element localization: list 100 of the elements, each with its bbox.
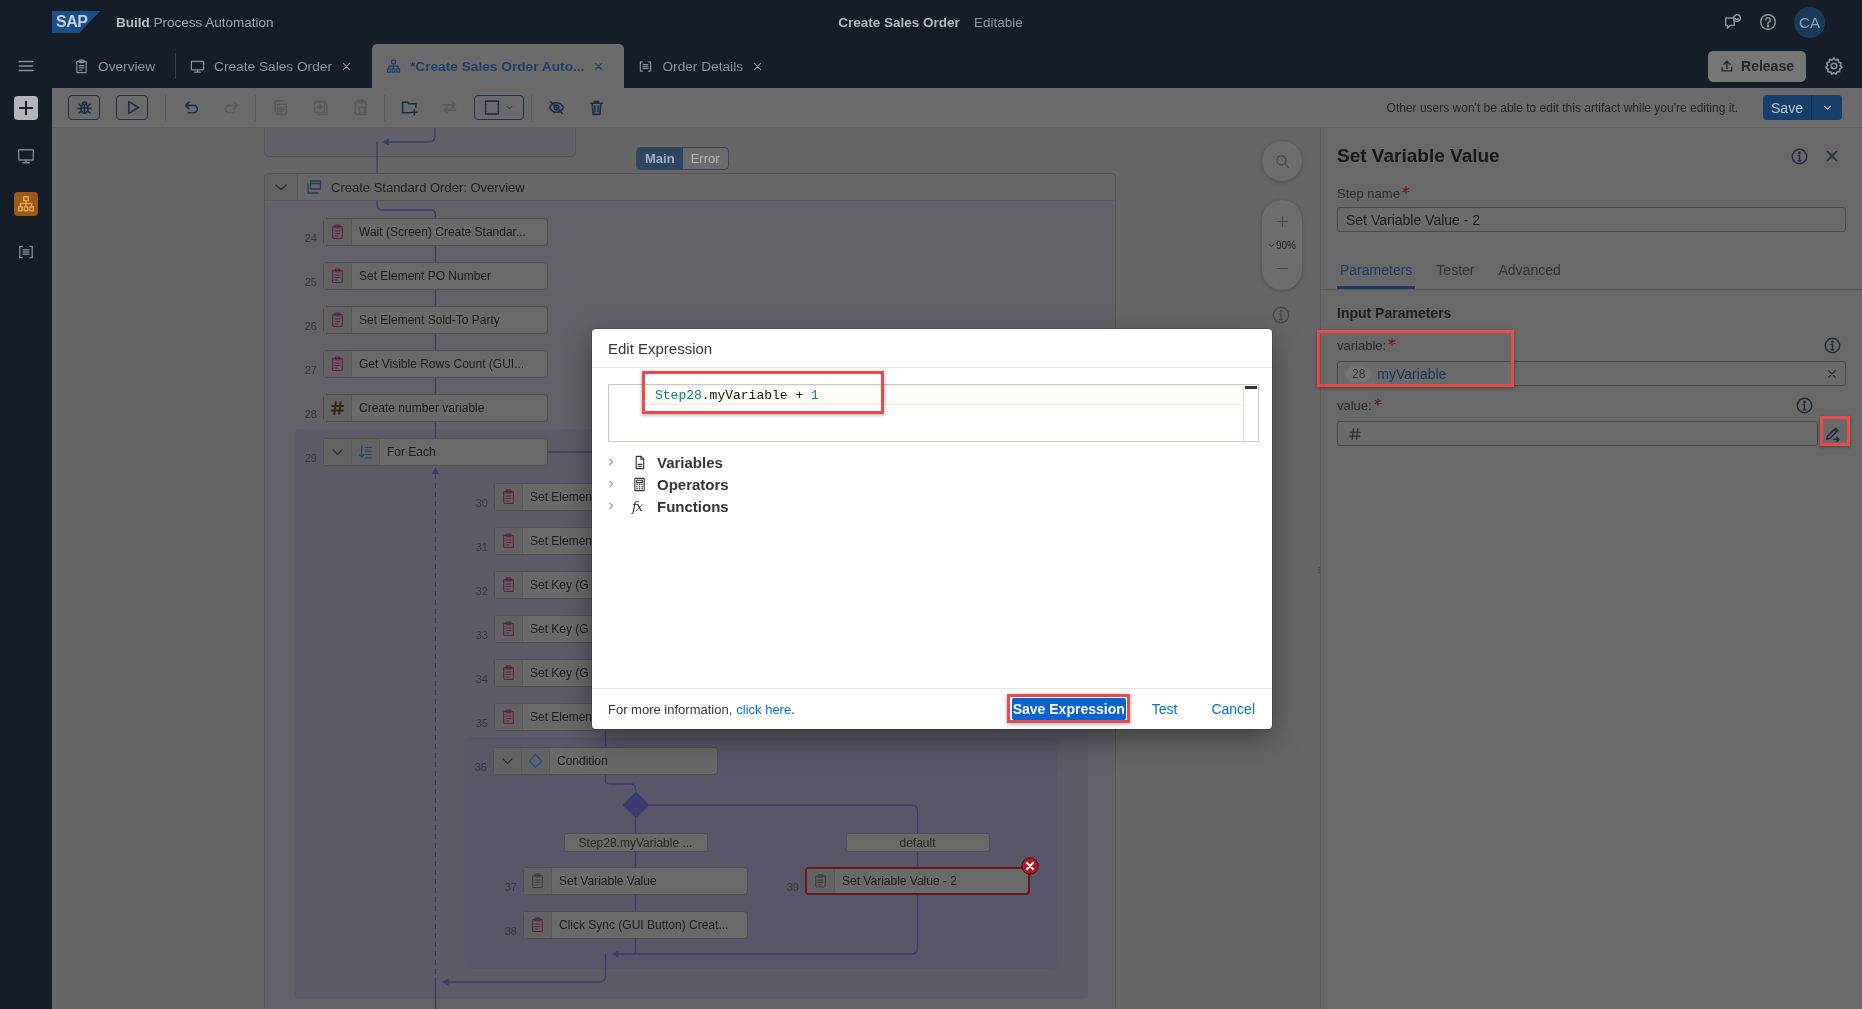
sidebar-item[interactable]	[14, 192, 38, 216]
step-node[interactable]: Set Element PO Number	[323, 262, 548, 290]
expression-editor[interactable]: Step28.myVariable + 1	[608, 384, 1259, 442]
editor-tab[interactable]: Overview	[60, 44, 176, 88]
field-label: Step name	[1337, 185, 1400, 201]
caret-icon	[505, 103, 514, 112]
expression-code: Step28.myVariable + 1	[655, 387, 819, 403]
panel-title: Set Variable Value	[1337, 145, 1501, 167]
close-icon[interactable]	[752, 60, 764, 72]
diamond-outline-icon	[522, 748, 550, 774]
eye-slash-icon[interactable]	[547, 99, 565, 116]
view-tab[interactable]: Main	[637, 148, 683, 169]
clipboard-icon	[495, 572, 523, 598]
clear-icon[interactable]	[1826, 367, 1838, 380]
loop-node[interactable]: For Each	[323, 438, 548, 466]
tree-item[interactable]: Variables	[608, 451, 723, 473]
step-node[interactable]: Create number variable	[323, 394, 548, 422]
variable-name: myVariable	[1377, 365, 1447, 382]
close-icon[interactable]	[1824, 148, 1840, 164]
step-node[interactable]: Set Key (G	[494, 571, 592, 599]
variable-field[interactable]: 28 myVariable	[1337, 361, 1846, 386]
step-node[interactable]: Click Sync (GUI Button) Creat...	[523, 911, 748, 939]
pencil-icon[interactable]	[1823, 425, 1841, 442]
hash-icon	[1348, 426, 1362, 441]
clipboard-icon	[324, 307, 352, 333]
search-button[interactable]	[1262, 141, 1302, 181]
step-node[interactable]: Set Key (G	[494, 615, 592, 643]
zoom-level-button[interactable]: 90%	[1268, 239, 1296, 251]
document-title: Create Sales Order	[838, 14, 960, 30]
clipboard-icon	[495, 704, 523, 730]
info-icon[interactable]	[1796, 396, 1813, 414]
tree-item[interactable]: fx Functions	[608, 495, 729, 517]
connector-line	[434, 421, 437, 439]
save-options-button[interactable]	[1811, 95, 1842, 120]
zoom-in-icon[interactable]	[1274, 214, 1290, 229]
step-node[interactable]: Set Variable Value	[523, 867, 748, 895]
section-title: Input Parameters	[1337, 304, 1453, 322]
debug-button[interactable]	[68, 95, 100, 120]
clipboard-icon	[74, 58, 89, 74]
value-field[interactable]	[1337, 421, 1818, 446]
info-icon[interactable]	[1272, 306, 1290, 324]
plus-icon	[17, 99, 35, 117]
editor-tab[interactable]: Create Sales Order	[176, 44, 372, 88]
settings-icon[interactable]	[1824, 56, 1844, 76]
step-node[interactable]: Set Elemen	[494, 483, 592, 511]
clipboard-icon	[324, 351, 352, 377]
clipboard-icon	[495, 616, 523, 642]
trash-icon[interactable]	[587, 99, 605, 116]
chevron-down-icon[interactable]	[494, 748, 522, 774]
stacked-windows-icon	[306, 179, 322, 195]
help-icon[interactable]	[1759, 13, 1777, 31]
company-logo[interactable]: SAP	[52, 11, 100, 33]
editor-tab[interactable]: *Create Sales Order Auto...	[371, 44, 625, 88]
text-button[interactable]: Cancel	[1203, 698, 1263, 720]
connector-line	[376, 200, 437, 219]
connector-line	[434, 289, 437, 307]
close-icon[interactable]	[340, 60, 352, 72]
step-node[interactable]: Set Element Sold-To Party	[323, 306, 548, 334]
calculator-icon	[632, 475, 647, 493]
add-button[interactable]	[14, 96, 38, 120]
search-icon	[1274, 153, 1290, 169]
view-tab[interactable]: Error	[682, 148, 728, 169]
list-icon	[638, 58, 654, 74]
step-node[interactable]: Wait (Screen) Create Standar...	[323, 218, 548, 246]
condition-node[interactable]: Condition	[493, 747, 718, 775]
feedback-icon[interactable]	[1724, 13, 1742, 31]
step-node[interactable]: Get Visible Rows Count (GUI...	[323, 350, 548, 378]
user-avatar[interactable]: CA	[1794, 6, 1825, 38]
folder-plus-icon[interactable]	[400, 99, 418, 116]
editor-tab[interactable]: Order Details	[624, 44, 784, 88]
step-name-field[interactable]: Set Variable Value - 2	[1337, 207, 1846, 232]
step-node[interactable]: Set Key (G	[494, 659, 592, 687]
hierarchy-icon	[17, 195, 35, 213]
clipboard-icon	[495, 528, 523, 554]
hierarchy-icon	[385, 58, 401, 74]
run-button[interactable]	[116, 95, 148, 120]
branch-label: Step28.myVariable ...	[563, 833, 708, 852]
save-button[interactable]: Save	[1763, 95, 1811, 120]
diamond-icon[interactable]	[621, 791, 650, 819]
caret-icon	[1821, 102, 1833, 113]
step-node[interactable]: Set Elemen	[494, 527, 592, 555]
clipboard-icon	[495, 660, 523, 686]
selection-dropdown[interactable]	[474, 95, 524, 120]
info-icon[interactable]	[1824, 336, 1841, 354]
step-node[interactable]: Set Elemen	[494, 703, 592, 731]
text-button[interactable]: Test	[1143, 698, 1186, 720]
info-icon[interactable]	[1791, 147, 1808, 165]
bug-icon	[75, 99, 93, 116]
chevron-down-icon[interactable]	[324, 439, 352, 465]
step-node[interactable]: Set Variable Value - 2	[805, 867, 1030, 895]
release-button[interactable]: Release	[1708, 50, 1806, 82]
connector-line	[434, 377, 437, 395]
primary-button[interactable]: Save Expression	[1011, 698, 1126, 720]
upload-icon	[1720, 59, 1735, 73]
tree-item[interactable]: Operators	[608, 473, 729, 495]
group-title: Create Standard Order: Overview	[331, 179, 525, 195]
undo-icon[interactable]	[182, 99, 200, 116]
clipboard-icon	[324, 219, 352, 245]
panel-tab[interactable]: Parameters	[1337, 250, 1416, 289]
selection-icon	[484, 99, 501, 116]
